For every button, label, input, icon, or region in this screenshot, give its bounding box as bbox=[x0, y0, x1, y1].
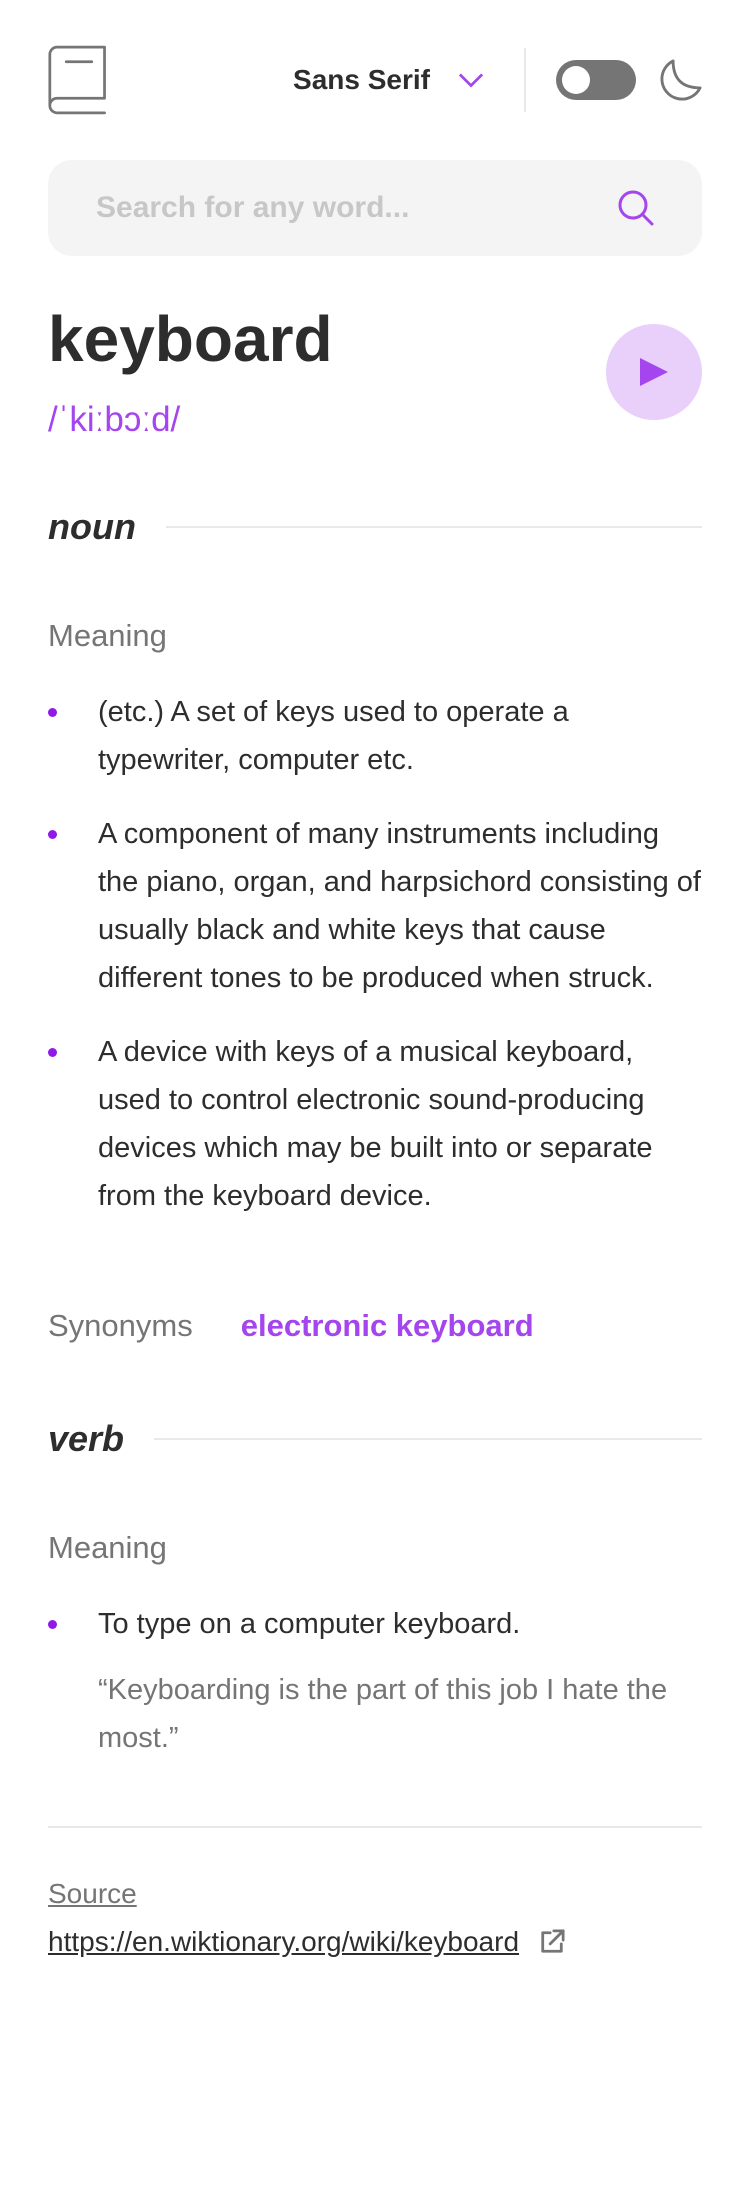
app-header: Sans Serif bbox=[48, 44, 702, 116]
part-of-speech-label: verb bbox=[48, 1418, 125, 1459]
toggle-knob bbox=[562, 66, 590, 94]
phonetic-text: /ˈkiːbɔːd/ bbox=[48, 400, 181, 439]
noun-section-heading: noun bbox=[48, 506, 702, 548]
theme-toggle[interactable] bbox=[556, 60, 636, 100]
source-link[interactable]: https://en.wiktionary.org/wiki/keyboard bbox=[48, 1926, 519, 1958]
usage-example: “Keyboarding is the part of this job I h… bbox=[98, 1674, 668, 1754]
synonyms-label: Synonyms bbox=[48, 1308, 193, 1343]
definition-item: (etc.) A set of keys used to operate a t… bbox=[48, 688, 702, 784]
play-icon bbox=[640, 358, 668, 386]
header-controls: Sans Serif bbox=[293, 48, 702, 112]
book-icon[interactable] bbox=[48, 44, 110, 116]
definition-item: To type on a computer keyboard. bbox=[48, 1600, 702, 1648]
source-link-row: https://en.wiktionary.org/wiki/keyboard bbox=[48, 1926, 565, 1958]
meaning-heading: Meaning bbox=[48, 618, 167, 653]
noun-definition-list: (etc.) A set of keys used to operate a t… bbox=[48, 688, 702, 1246]
word-title: keyboard bbox=[48, 303, 333, 375]
meaning-heading: Meaning bbox=[48, 1530, 167, 1565]
part-of-speech-label: noun bbox=[48, 506, 136, 547]
search-bar bbox=[48, 160, 702, 256]
verb-section-heading: verb bbox=[48, 1418, 702, 1460]
font-label: Sans Serif bbox=[293, 64, 430, 95]
synonym-link[interactable]: electronic keyboard bbox=[241, 1308, 534, 1344]
divider-line bbox=[165, 526, 702, 528]
font-selector[interactable]: Sans Serif bbox=[293, 64, 484, 96]
definition-item: A component of many instruments includin… bbox=[48, 810, 702, 1002]
source-label: Source bbox=[48, 1878, 137, 1909]
synonyms-row: Synonyms electronic keyboard bbox=[48, 1308, 534, 1344]
divider-line bbox=[154, 1438, 702, 1440]
search-icon[interactable] bbox=[618, 190, 654, 226]
moon-icon[interactable] bbox=[660, 59, 702, 101]
search-input[interactable] bbox=[96, 191, 618, 225]
play-audio-button[interactable] bbox=[606, 324, 702, 420]
header-divider bbox=[524, 48, 526, 112]
definition-item: A device with keys of a musical keyboard… bbox=[48, 1028, 702, 1220]
verb-definition-list: To type on a computer keyboard. bbox=[48, 1600, 702, 1674]
chevron-down-icon bbox=[458, 73, 484, 88]
external-link-icon[interactable] bbox=[539, 1929, 565, 1955]
footer-divider bbox=[48, 1826, 702, 1828]
